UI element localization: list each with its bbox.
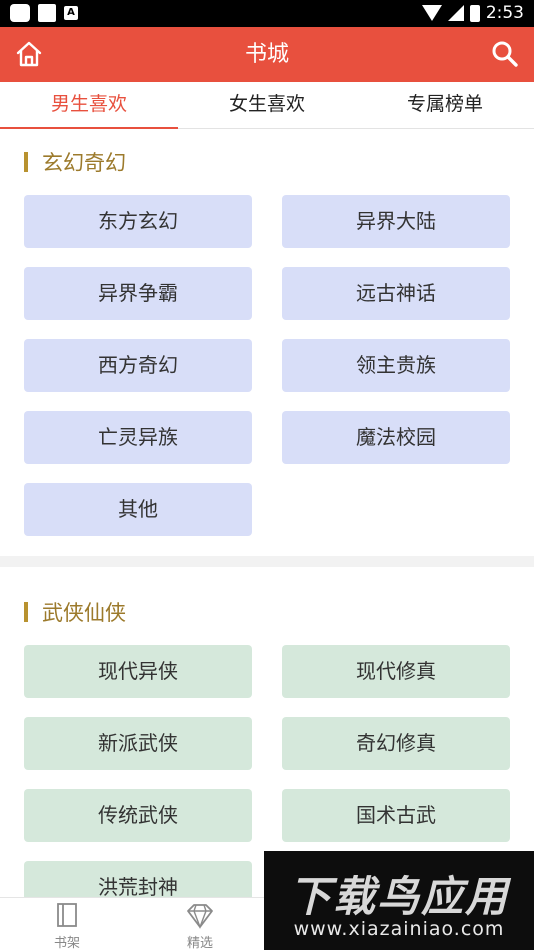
watermark-title: 下载鸟应用 (288, 872, 509, 921)
category-item[interactable]: 魔法校园 (282, 411, 510, 464)
category-item[interactable]: 远古神话 (282, 267, 510, 320)
category-list[interactable]: 玄幻奇幻 东方玄幻 异界大陆 异界争霸 远古神话 西方奇幻 领主贵族 亡灵异族 … (0, 129, 534, 934)
section-title: 玄幻奇幻 (24, 129, 510, 195)
category-item[interactable]: 东方玄幻 (24, 195, 252, 248)
category-item[interactable]: 传统武侠 (24, 789, 252, 842)
battery-icon (469, 4, 480, 22)
page-title: 书城 (244, 42, 289, 67)
category-item[interactable]: 其他 (24, 483, 252, 536)
category-grid: 东方玄幻 异界大陆 异界争霸 远古神话 西方奇幻 领主贵族 亡灵异族 魔法校园 … (24, 195, 510, 556)
search-icon[interactable] (490, 39, 520, 69)
store-icon (38, 4, 56, 22)
section-marker (24, 152, 28, 172)
category-item[interactable]: 国术古武 (282, 789, 510, 842)
nav-featured[interactable]: 精选 (160, 902, 240, 950)
nav-featured-label: 精选 (186, 936, 213, 950)
category-item[interactable]: 西方奇幻 (24, 339, 252, 392)
notification-icons: A (10, 4, 78, 22)
status-bar: A 2:53 (0, 0, 534, 27)
tab-rankings[interactable]: 专属榜单 (356, 82, 534, 128)
tab-female[interactable]: 女生喜欢 (178, 82, 356, 128)
section-title: 武侠仙侠 (24, 567, 510, 645)
section-divider (0, 556, 534, 567)
wifi-icon (421, 5, 442, 21)
section-fantasy: 玄幻奇幻 东方玄幻 异界大陆 异界争霸 远古神话 西方奇幻 领主贵族 亡灵异族 … (0, 129, 534, 556)
category-item[interactable]: 新派武侠 (24, 717, 252, 770)
category-item[interactable]: 奇幻修真 (282, 717, 510, 770)
category-item[interactable]: 异界大陆 (282, 195, 510, 248)
watermark-logo: 下载鸟应用 www.xiazainiao.com (264, 851, 534, 950)
category-item[interactable]: 现代异侠 (24, 645, 252, 698)
system-icons: 2:53 (421, 3, 524, 23)
bookshelf-icon (57, 903, 77, 927)
category-item[interactable]: 异界争霸 (24, 267, 252, 320)
category-item[interactable]: 领主贵族 (282, 339, 510, 392)
section-title-text: 玄幻奇幻 (42, 151, 126, 175)
signal-icon (447, 5, 464, 21)
category-tabs: 男生喜欢 女生喜欢 专属榜单 (0, 82, 534, 129)
nav-bookshelf[interactable]: 书架 (27, 902, 107, 950)
clock: 2:53 (485, 3, 524, 23)
notification-icon (10, 4, 30, 22)
category-item[interactable]: 现代修真 (282, 645, 510, 698)
category-item[interactable]: 亡灵异族 (24, 411, 252, 464)
app-bar: 书城 (0, 27, 534, 82)
watermark-url: www.xiazainiao.com (293, 918, 505, 940)
tab-male[interactable]: 男生喜欢 (0, 82, 178, 129)
a-icon: A (64, 6, 78, 20)
section-title-text: 武侠仙侠 (42, 601, 126, 625)
nav-bookshelf-label: 书架 (53, 936, 80, 950)
section-marker (24, 602, 28, 622)
diamond-icon (187, 904, 213, 929)
